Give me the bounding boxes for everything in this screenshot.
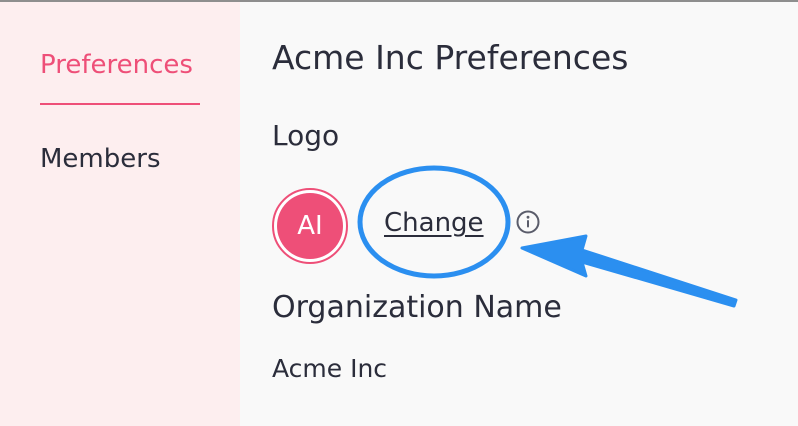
- page-title: Acme Inc Preferences: [272, 38, 629, 77]
- avatar-initials: AI: [277, 193, 343, 259]
- change-logo-link[interactable]: Change: [384, 208, 484, 238]
- sidebar-item-members[interactable]: Members: [40, 144, 161, 174]
- active-tab-underline: [40, 103, 200, 105]
- organization-logo-avatar: AI: [272, 188, 348, 264]
- info-circle-icon[interactable]: [516, 210, 540, 234]
- main-content: Acme Inc Preferences Logo AI Change Orga…: [240, 2, 798, 426]
- organization-name-value: Acme Inc: [272, 354, 388, 383]
- sidebar-item-preferences[interactable]: Preferences: [40, 50, 193, 80]
- logo-heading: Logo: [272, 119, 340, 152]
- organization-name-heading: Organization Name: [272, 290, 562, 325]
- sidebar: Preferences Members: [0, 2, 240, 426]
